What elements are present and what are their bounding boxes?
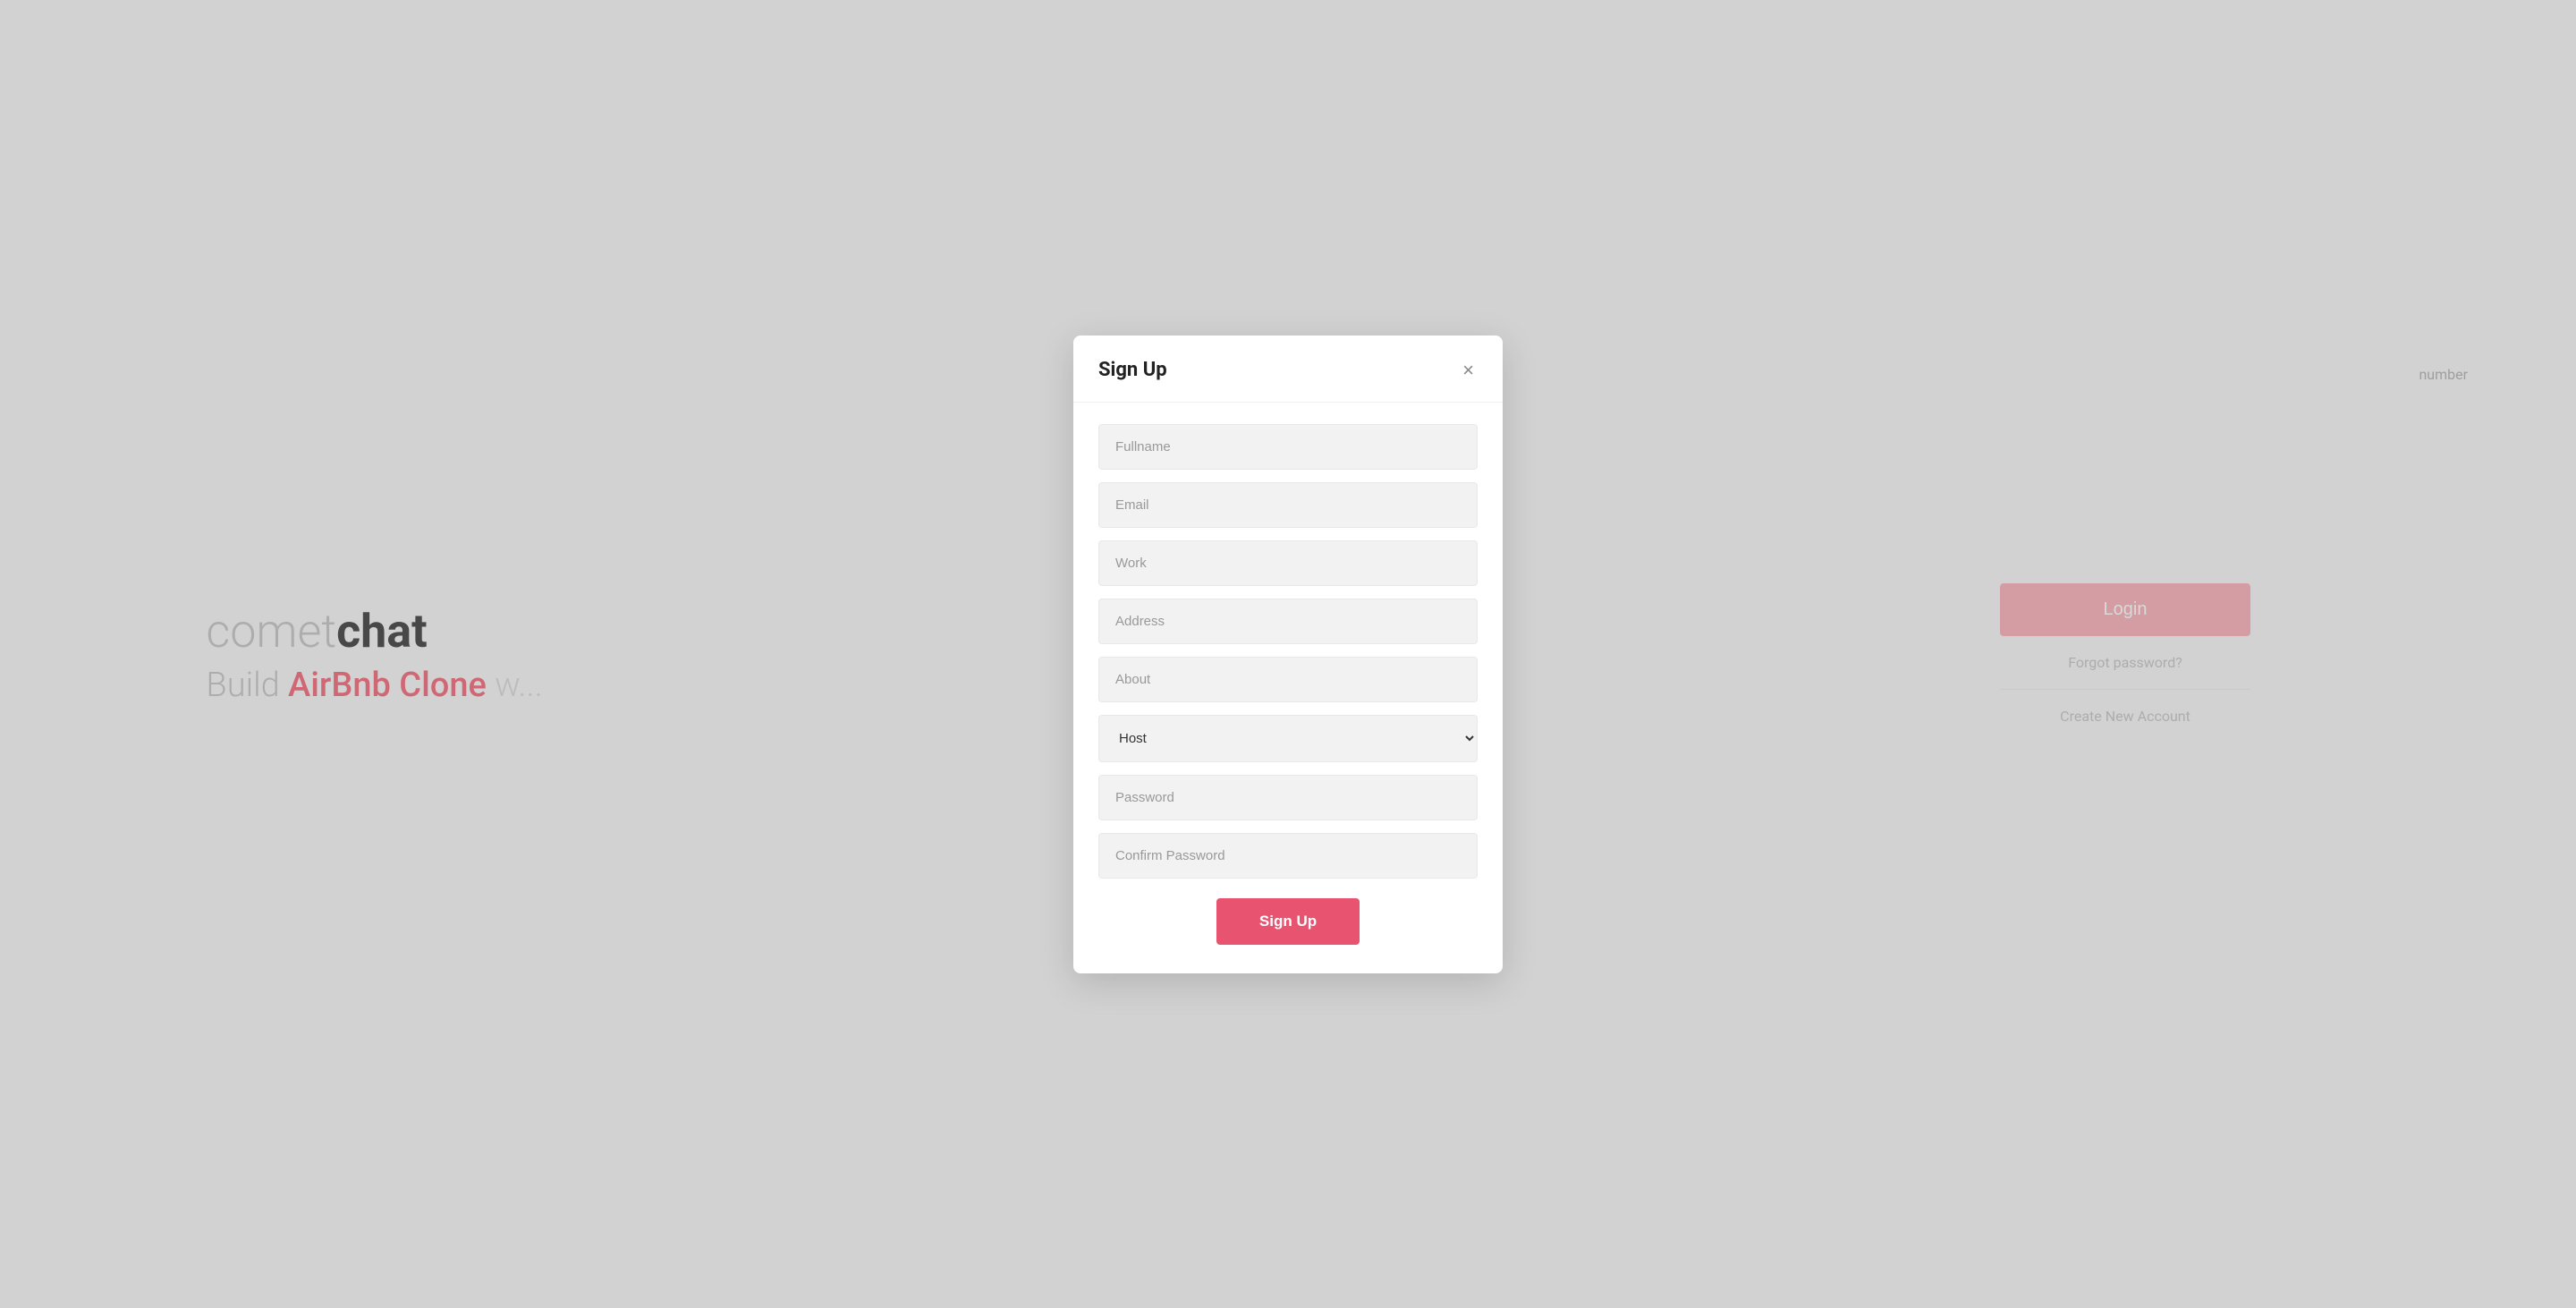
fullname-input[interactable] — [1098, 424, 1478, 470]
signup-modal: Sign Up × Host Guest Admin Sign Up — [1073, 335, 1503, 973]
modal-body: Host Guest Admin Sign Up — [1073, 403, 1503, 973]
work-input[interactable] — [1098, 540, 1478, 586]
about-input[interactable] — [1098, 657, 1478, 702]
password-input[interactable] — [1098, 775, 1478, 820]
role-select[interactable]: Host Guest Admin — [1098, 715, 1478, 762]
modal-header: Sign Up × — [1073, 335, 1503, 403]
modal-title: Sign Up — [1098, 359, 1167, 381]
address-input[interactable] — [1098, 599, 1478, 644]
modal-overlay: Sign Up × Host Guest Admin Sign Up — [0, 0, 2576, 1308]
confirm-password-input[interactable] — [1098, 833, 1478, 879]
signup-button[interactable]: Sign Up — [1216, 898, 1360, 945]
close-button[interactable]: × — [1459, 357, 1478, 384]
email-input[interactable] — [1098, 482, 1478, 528]
